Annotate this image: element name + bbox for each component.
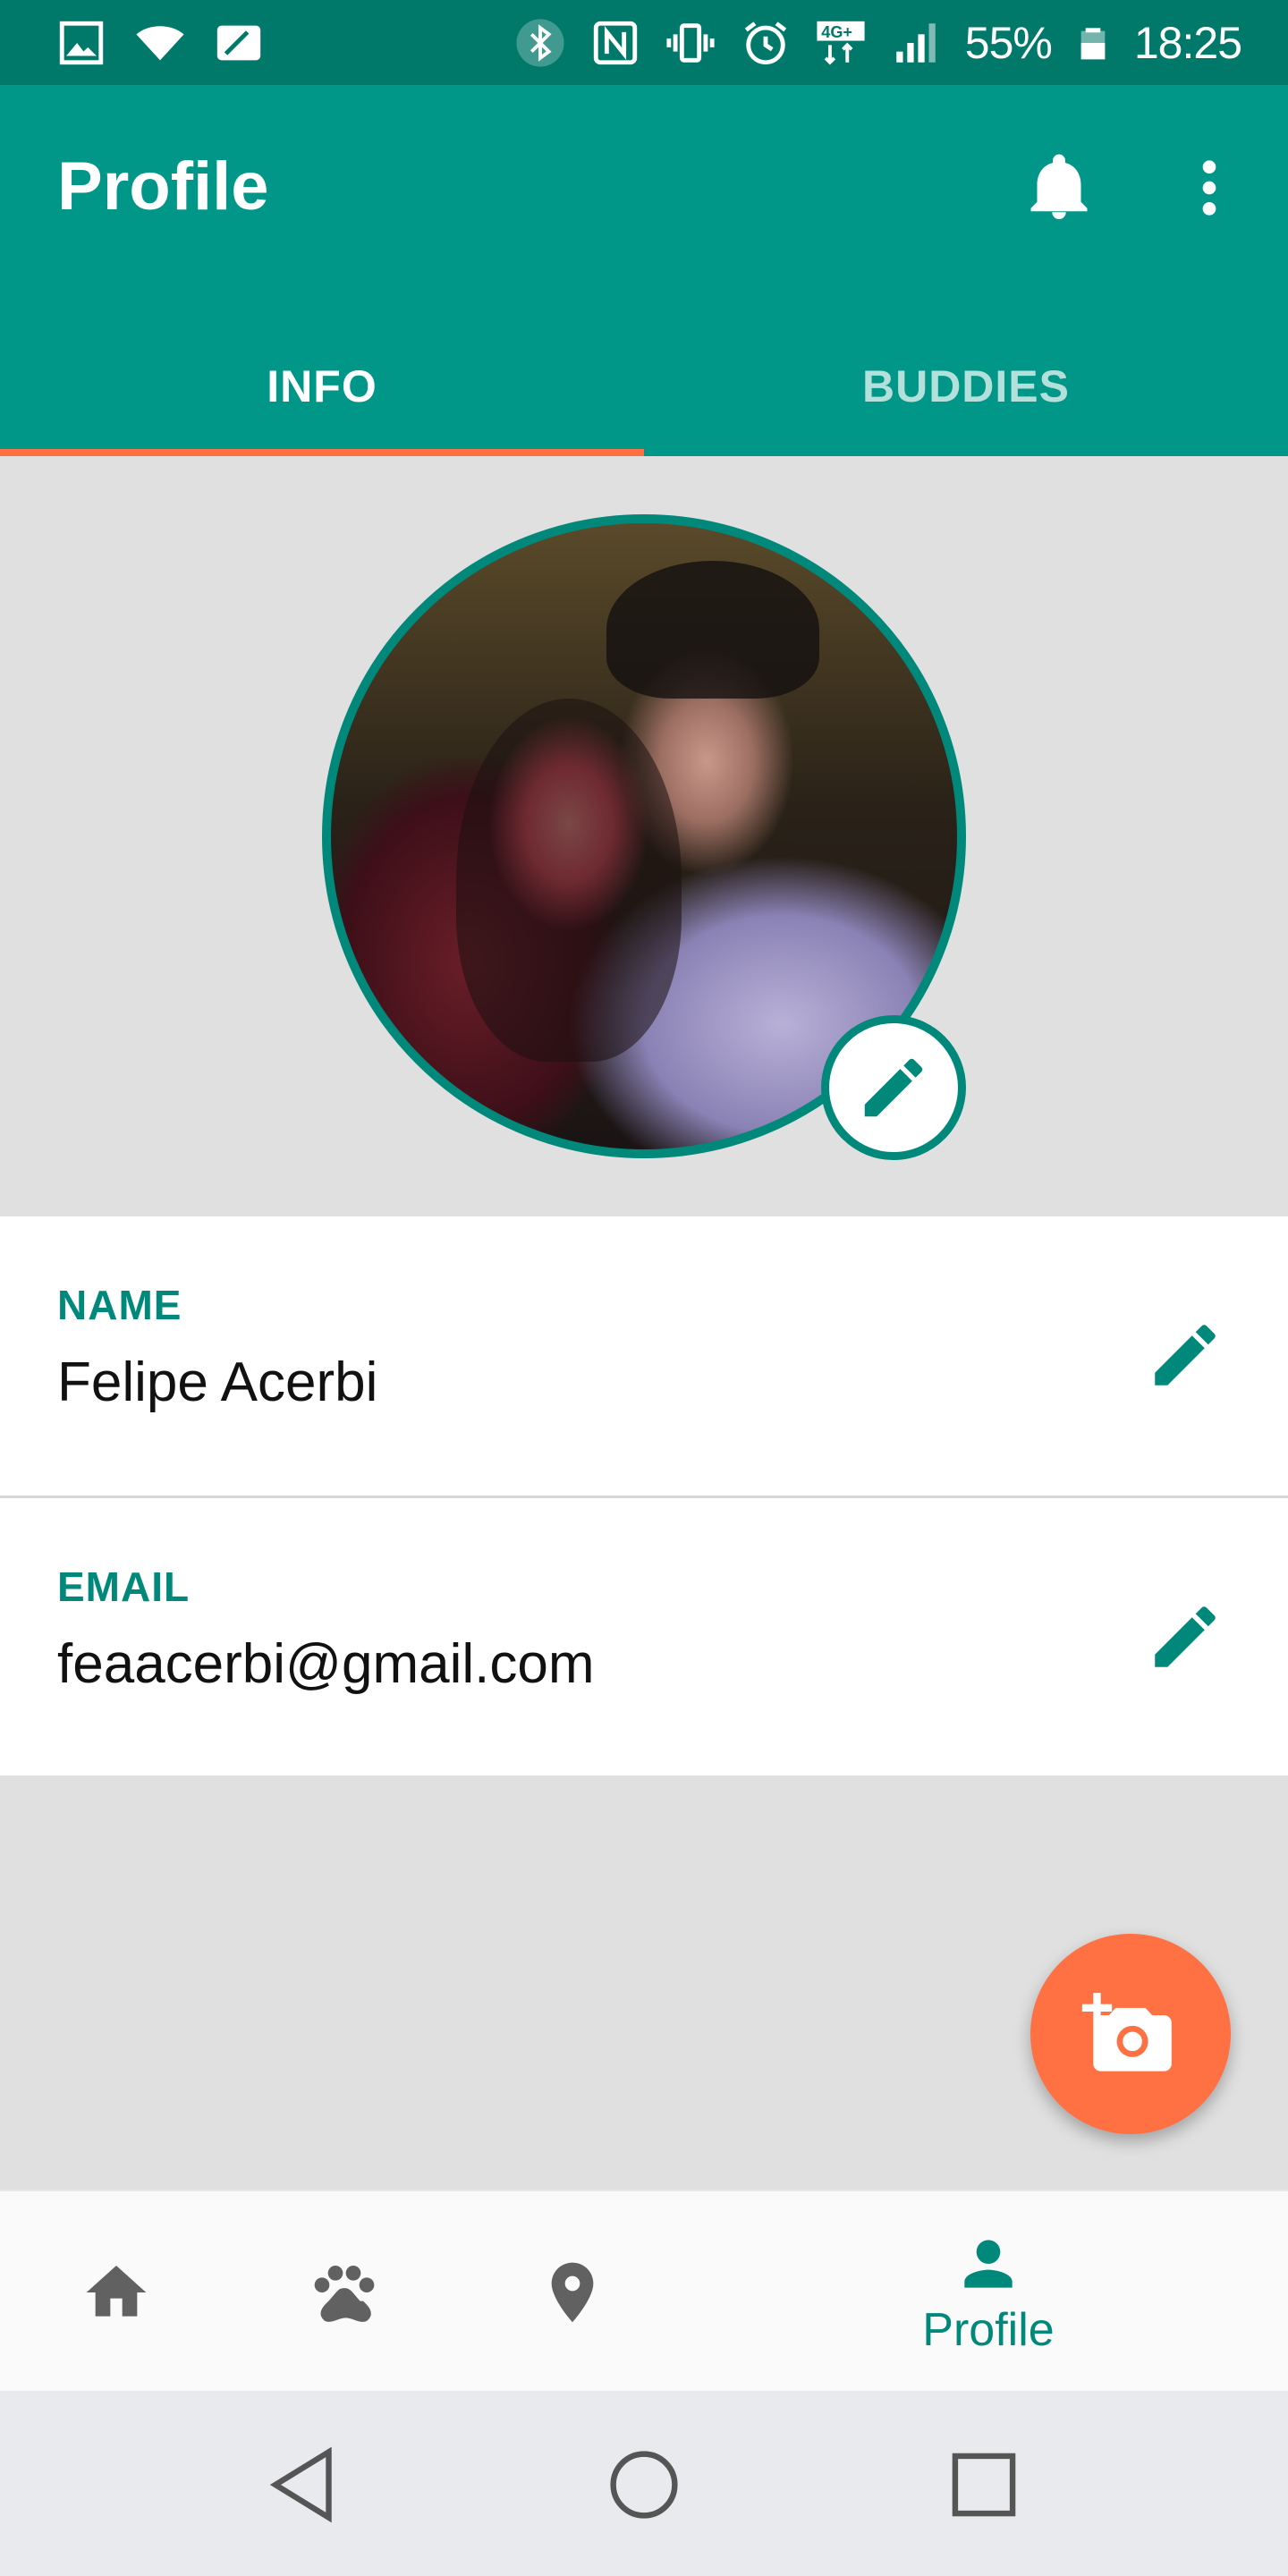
battery-percent: 55% <box>964 17 1053 68</box>
app-bar: Profile INFO BUDDIES <box>0 85 1288 456</box>
add-photo-fab[interactable] <box>1030 1934 1231 2134</box>
alarm-icon <box>744 21 786 64</box>
home-icon <box>86 2265 147 2317</box>
bluetooth-icon <box>516 18 564 67</box>
svg-text:?: ? <box>166 47 178 69</box>
email-value: feaacerbi@gmail.com <box>57 1633 595 1695</box>
nfc-icon <box>593 21 637 64</box>
tab-indicator <box>0 449 644 456</box>
tab-buddies[interactable]: BUDDIES <box>644 326 1288 456</box>
name-card: NAME Felipe Acerbi <box>0 1216 1288 1496</box>
location-pin-icon <box>551 2262 594 2322</box>
tab-info[interactable]: INFO <box>0 326 644 456</box>
more-vert-icon[interactable] <box>1174 152 1245 224</box>
tab-bar: INFO BUDDIES <box>0 326 1288 456</box>
photo-detail <box>456 699 682 1062</box>
back-icon[interactable] <box>255 2436 353 2534</box>
system-navigation-bar <box>0 2391 1288 2576</box>
svg-text:4G+: 4G+ <box>821 22 852 40</box>
bell-icon[interactable] <box>1021 148 1097 228</box>
nav-profile[interactable]: Profile <box>886 2191 1091 2393</box>
signal-icon <box>896 22 936 63</box>
person-icon <box>964 2239 1013 2288</box>
email-label: EMAIL <box>57 1563 191 1610</box>
vibrate-icon <box>666 22 715 63</box>
page-title: Profile <box>57 148 269 225</box>
profile-header <box>0 456 1288 1216</box>
pencil-icon <box>864 1058 923 1117</box>
name-label: NAME <box>57 1282 182 1328</box>
nav-location[interactable] <box>519 2191 626 2393</box>
nav-home[interactable] <box>63 2191 170 2393</box>
gallery-icon <box>59 21 104 64</box>
sim-icon <box>216 25 261 60</box>
photo-detail <box>606 561 819 699</box>
status-bar-right: 4G+ 55% 18:25 <box>514 17 1242 69</box>
status-bar-left: ? <box>55 17 265 69</box>
home-circle-icon[interactable] <box>595 2436 693 2534</box>
bottom-navigation: Profile <box>0 2190 1288 2391</box>
clock: 18:25 <box>1133 17 1242 68</box>
wifi-icon: ? <box>136 25 184 69</box>
network-4g-icon: 4G+ <box>817 21 865 64</box>
paw-icon <box>314 2265 375 2322</box>
nav-pets[interactable] <box>291 2191 398 2393</box>
edit-photo-button[interactable] <box>821 1015 966 1160</box>
recents-icon[interactable] <box>935 2436 1033 2534</box>
edit-name-icon[interactable] <box>1145 1315 1225 1395</box>
battery-icon <box>1080 27 1106 59</box>
add-a-photo-icon <box>1081 1993 1172 2072</box>
email-card: EMAIL feaacerbi@gmail.com <box>0 1498 1288 1775</box>
status-bar: ? 4G+ 55% 18:25 <box>0 0 1288 85</box>
nav-profile-label: Profile <box>922 2303 1055 2356</box>
edit-email-icon[interactable] <box>1145 1597 1225 1677</box>
name-value: Felipe Acerbi <box>57 1352 378 1413</box>
